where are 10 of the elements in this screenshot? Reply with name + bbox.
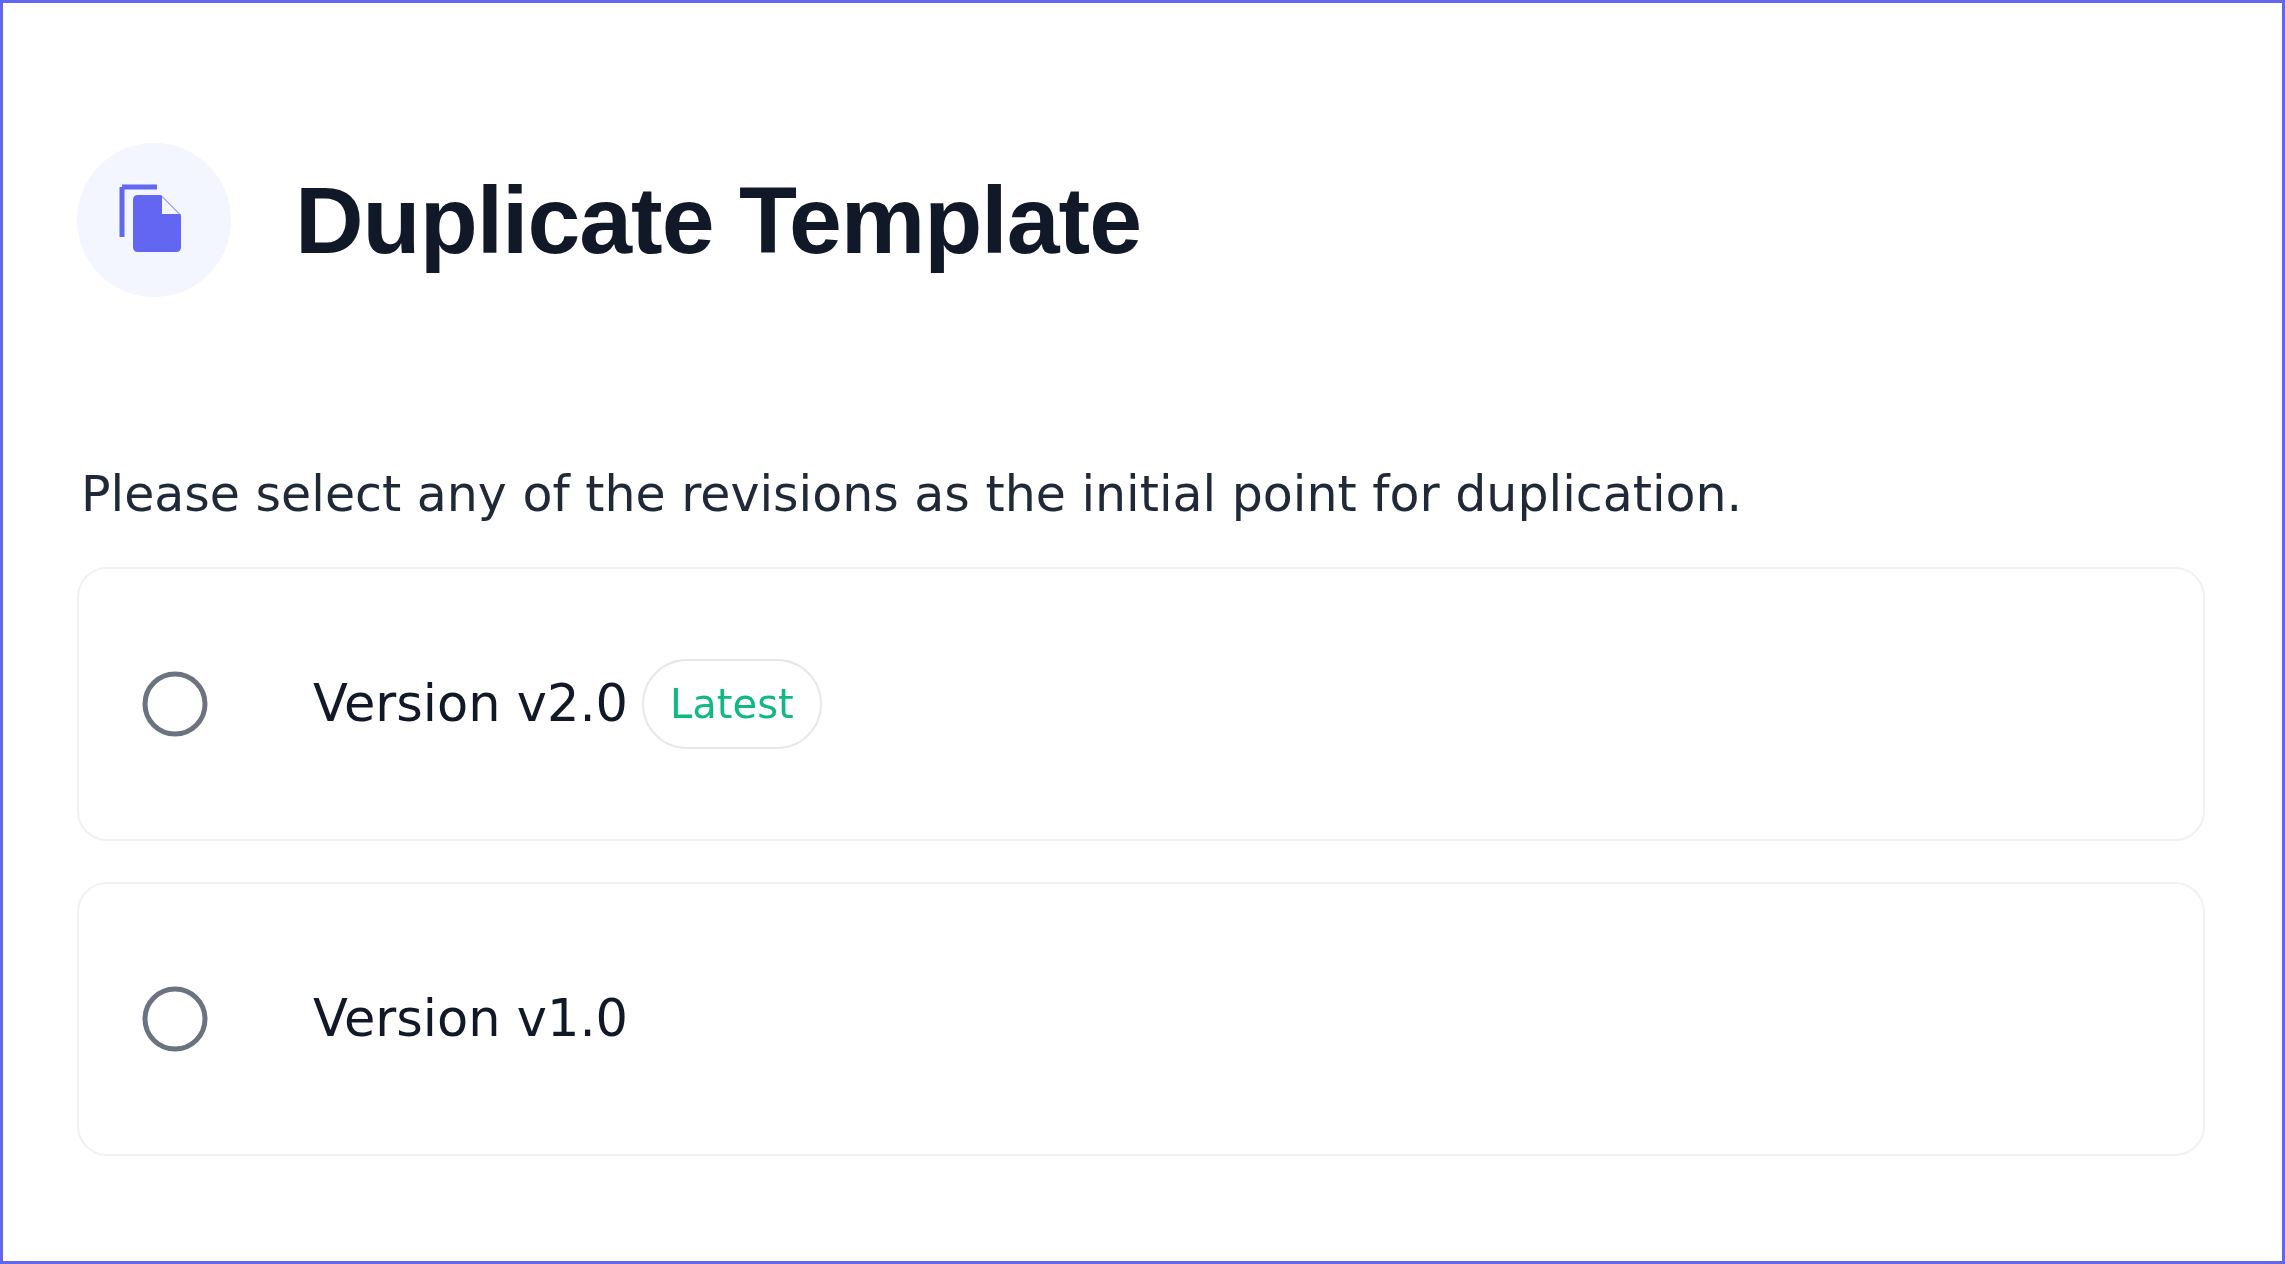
copy-icon [77, 143, 231, 297]
latest-badge: Latest [642, 658, 822, 749]
revision-option[interactable]: Version v1.0 [77, 881, 2205, 1156]
description-text: Please select any of the revisions as the initial point for duplication. [81, 465, 1744, 525]
revision-option[interactable]: Version v2.0 Latest [77, 566, 2205, 841]
radio-button[interactable] [142, 985, 208, 1052]
dialog-title: Duplicate Template [295, 167, 1141, 273]
version-label: Version v1.0 [313, 989, 629, 1049]
radio-button[interactable] [142, 670, 208, 737]
version-label: Version v2.0 [313, 674, 629, 734]
